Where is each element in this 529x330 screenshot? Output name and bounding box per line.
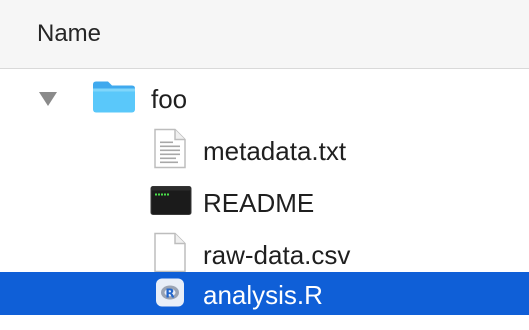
item-name: analysis.R bbox=[203, 280, 323, 310]
r-script-icon: R bbox=[155, 278, 185, 313]
finder-list-view: Name foo metadata.txt README raw-data.cs… bbox=[0, 0, 529, 330]
svg-text:R: R bbox=[165, 287, 174, 301]
disclosure-triangle-icon[interactable] bbox=[38, 91, 58, 107]
text-document-icon bbox=[154, 128, 186, 173]
item-name: metadata.txt bbox=[203, 135, 347, 166]
list-item-folder-foo[interactable]: foo bbox=[0, 72, 529, 125]
terminal-executable-icon bbox=[150, 185, 192, 220]
list-item-file-readme[interactable]: README bbox=[0, 176, 529, 229]
folder-icon bbox=[91, 78, 137, 119]
list-background bbox=[0, 315, 529, 330]
item-name: foo bbox=[151, 83, 188, 114]
name-column-label: Name bbox=[37, 20, 102, 47]
item-name: README bbox=[203, 187, 315, 218]
column-header[interactable]: Name bbox=[0, 0, 529, 69]
blank-document-icon bbox=[154, 232, 186, 277]
item-name: raw-data.csv bbox=[203, 239, 351, 270]
list-item-file-analysis[interactable]: R analysis.R bbox=[0, 272, 529, 318]
list-item-file-metadata[interactable]: metadata.txt bbox=[0, 124, 529, 177]
